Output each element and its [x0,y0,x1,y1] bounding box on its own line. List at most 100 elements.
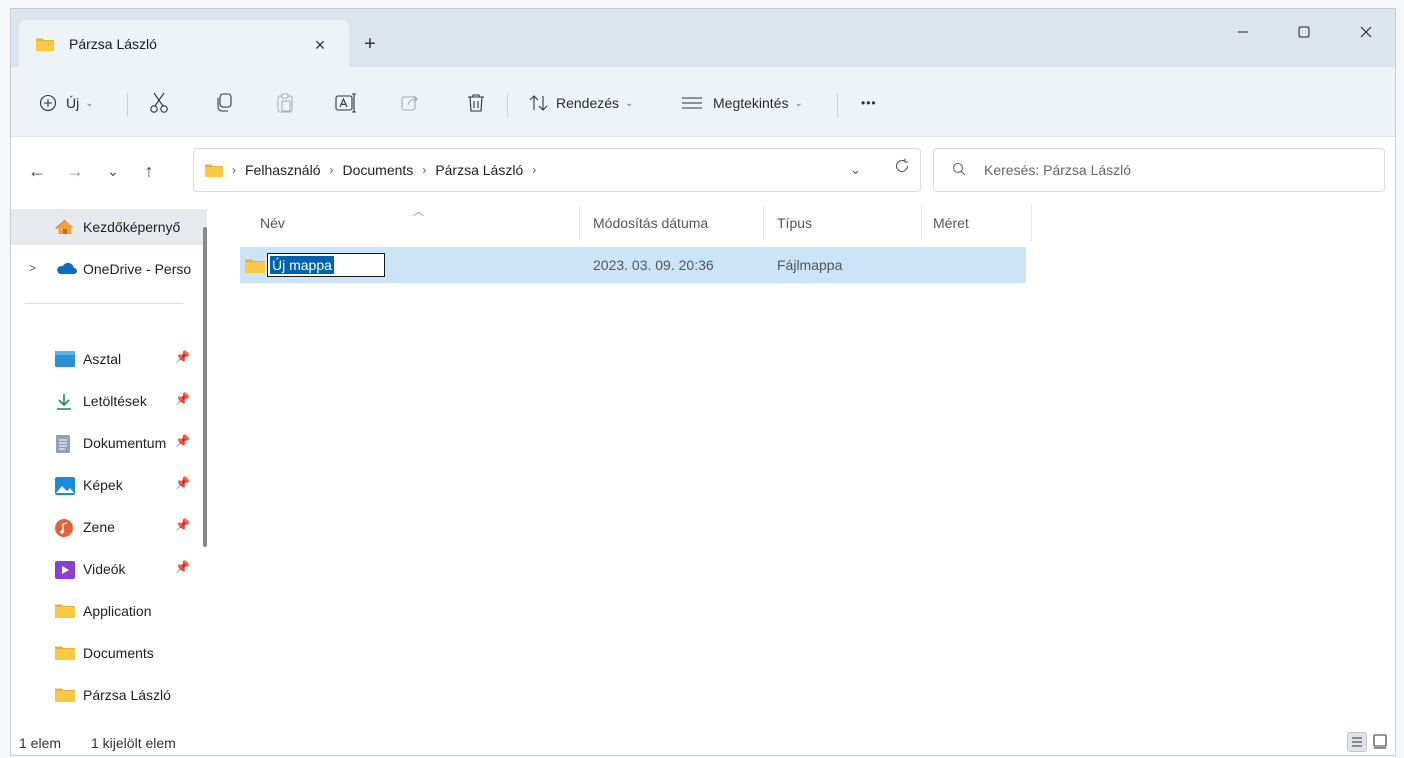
breadcrumb-separator[interactable]: › [422,163,426,177]
pictures-icon [55,477,75,498]
sidebar-item-application[interactable]: Application [11,593,207,629]
cut-button[interactable] [149,89,169,117]
column-header-size[interactable]: Méret [933,215,969,231]
paste-icon [277,93,293,113]
expand-chevron-icon[interactable]: > [29,261,36,275]
chevron-down-icon: ⌄ [85,97,94,109]
address-history-chevron-icon[interactable]: ⌄ [850,162,861,178]
sidebar-item-desktop[interactable]: Asztal 📌 [11,341,207,377]
delete-button[interactable] [467,89,485,117]
sidebar-scrollbar[interactable] [203,227,207,547]
column-divider[interactable] [579,205,580,241]
folder-icon [55,687,75,705]
maximize-button[interactable] [1281,19,1327,51]
column-header-type[interactable]: Típus [777,215,812,231]
sidebar-item-downloads[interactable]: Letöltések 📌 [11,383,207,419]
sidebar-item-music[interactable]: Zene 📌 [11,509,207,545]
breadcrumb-separator[interactable]: › [330,163,334,177]
sort-icon [529,95,548,111]
search-input[interactable] [984,159,1364,181]
item-count: 1 elem [19,735,62,751]
recent-locations-button[interactable]: ⌄ [101,159,125,183]
pin-icon[interactable]: 📌 [175,476,190,490]
breadcrumb-separator[interactable]: › [232,163,236,177]
folder-icon [36,37,54,54]
address-row: ← → ⌄ ↑ › Felhasználó › Documents › Párz… [11,137,1395,201]
sidebar-item-label: Application [83,603,152,619]
close-tab-button[interactable]: × [307,32,333,58]
sidebar-item-parzsa-laszlo[interactable]: Párzsa László [11,677,207,713]
details-view-button[interactable] [1347,732,1367,752]
column-divider[interactable] [921,205,922,241]
desktop-icon [55,351,75,370]
status-bar: 1 elem 1 kijelölt elem [11,728,1395,755]
minimize-button[interactable] [1220,19,1266,51]
minimize-icon [1238,31,1248,33]
tiles-view-icon [1373,734,1387,749]
divider [127,93,128,117]
music-icon [55,519,73,540]
cloud-icon [55,261,77,278]
new-button[interactable]: Új ⌄ [39,89,94,117]
divider [25,303,183,304]
chevron-down-icon: ⌄ [794,97,803,109]
breadcrumb-documents[interactable]: Documents [343,162,414,178]
pin-icon[interactable]: 📌 [175,392,190,406]
column-divider[interactable] [763,205,764,241]
sidebar-item-onedrive[interactable]: > OneDrive - Perso [11,251,207,287]
column-divider[interactable] [1031,205,1032,241]
close-icon [1360,26,1372,38]
file-explorer-window: Párzsa László × + Új ⌄ Rendezés ⌄ Megtek… [10,8,1396,756]
breadcrumb-separator[interactable]: › [532,163,536,177]
pin-icon[interactable]: 📌 [175,518,190,532]
view-button[interactable]: Megtekintés ⌄ [681,89,803,117]
tiles-view-button[interactable] [1371,732,1391,752]
more-options-button[interactable]: ••• [861,89,877,117]
share-button[interactable] [401,89,419,117]
chevron-down-icon: ⌄ [625,97,634,109]
new-tab-button[interactable]: + [357,31,383,57]
pin-icon[interactable]: 📌 [175,350,190,364]
search-box[interactable] [933,148,1385,192]
sort-button[interactable]: Rendezés ⌄ [529,89,633,117]
sidebar-item-documents-pinned[interactable]: Dokumentum 📌 [11,425,207,461]
close-window-button[interactable] [1343,19,1389,51]
maximize-icon [1298,26,1310,38]
column-header-modified[interactable]: Módosítás dátuma [593,215,708,231]
refresh-icon[interactable] [894,158,910,179]
document-icon [55,435,71,456]
selected-count: 1 kijelölt elem [91,735,176,751]
view-label: Megtekintés [713,95,789,111]
file-row[interactable]: Új mappa 2023. 03. 09. 20:36 Fájlmappa [240,247,1026,283]
sidebar-item-videos[interactable]: Videók 📌 [11,551,207,587]
paste-button[interactable] [277,89,293,117]
rename-button[interactable] [335,89,357,117]
breadcrumb: › Felhasználó › Documents › Párzsa Lászl… [205,162,545,178]
sidebar-item-documents[interactable]: Documents [11,635,207,671]
column-header-name[interactable]: Név [260,215,285,231]
delete-icon [468,94,484,112]
forward-button[interactable]: → [63,159,87,183]
sidebar-item-pictures[interactable]: Képek 📌 [11,467,207,503]
pin-icon[interactable]: 📌 [175,560,190,574]
sidebar-item-home[interactable]: Kezdőképernyő [11,209,207,245]
back-button[interactable]: ← [25,159,49,183]
address-bar[interactable]: › Felhasználó › Documents › Párzsa Lászl… [193,148,921,192]
sort-ascending-icon: ︿ [413,206,424,218]
copy-button[interactable] [215,89,233,117]
pin-icon[interactable]: 📌 [175,434,190,448]
tab-parzsa-laszlo[interactable]: Párzsa László × [19,20,349,68]
rename-input[interactable]: Új mappa [267,253,385,277]
up-button[interactable]: ↑ [137,159,161,183]
folder-icon [55,645,75,663]
breadcrumb-parzsa-laszlo[interactable]: Párzsa László [435,162,523,178]
rename-selected-text: Új mappa [270,256,334,274]
download-icon [55,393,73,414]
folder-icon [205,164,223,177]
breadcrumb-felhasznalo[interactable]: Felhasználó [245,162,321,178]
tab-title: Párzsa László [69,36,157,52]
home-icon [54,219,75,238]
copy-icon [217,93,232,112]
sidebar-item-label: Documents [83,645,154,661]
add-icon [39,94,57,112]
